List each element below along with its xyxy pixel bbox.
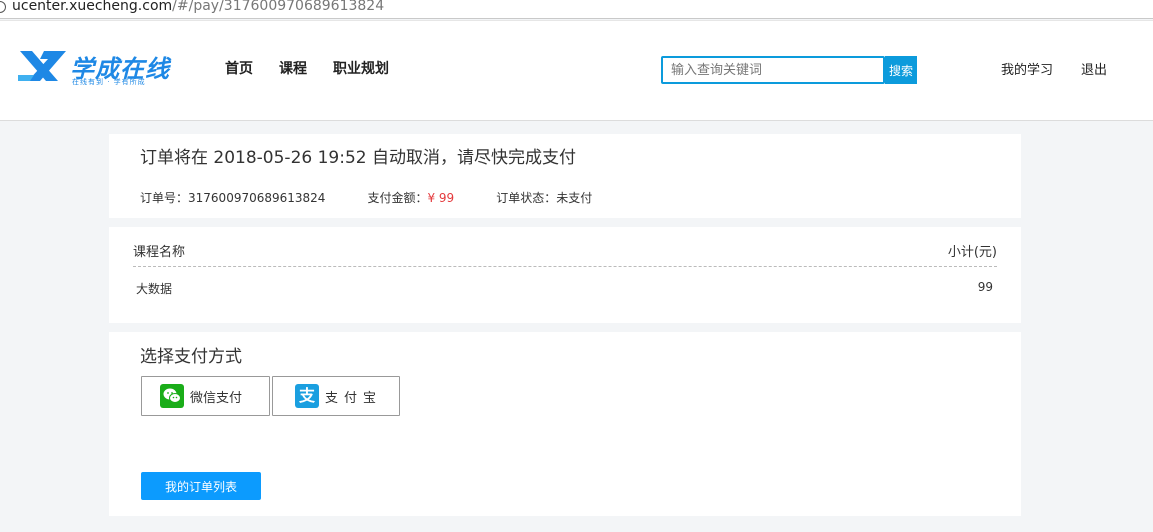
order-cancel-notice: 订单将在 2018-05-26 19:52 自动取消，请尽快完成支付 xyxy=(140,148,576,168)
wechat-pay-button[interactable]: 微信支付 xyxy=(141,376,270,416)
wechat-pay-label: 微信支付 xyxy=(190,390,243,406)
site-header: 学成在线 在线有到 · 学有所成 首页 课程 职业规划 搜索 我的学习 退出 xyxy=(0,20,1153,121)
order-amount-label: 支付金额： xyxy=(367,191,428,205)
order-amount-value: ¥ 99 xyxy=(427,191,455,205)
search-box: 搜索 xyxy=(661,56,917,84)
search-button[interactable]: 搜索 xyxy=(885,56,917,84)
user-links: 我的学习 退出 xyxy=(1001,59,1135,78)
order-status-label: 订单状态： xyxy=(496,191,557,205)
order-number-label: 订单号： xyxy=(140,191,189,205)
info-icon[interactable] xyxy=(0,1,6,13)
column-subtotal: 小计(元) xyxy=(947,245,997,260)
logout-link[interactable]: 退出 xyxy=(1081,59,1107,78)
order-number-value: 317600970689613824 xyxy=(188,191,326,205)
my-orders-button[interactable]: 我的订单列表 xyxy=(141,472,261,500)
order-status: 订单状态：未支付 xyxy=(496,189,592,206)
my-learning-link[interactable]: 我的学习 xyxy=(1001,59,1053,78)
payment-panel: 选择支付方式 微信支付 支 支付宝 我的订单列表 xyxy=(109,332,1021,516)
alipay-icon: 支 xyxy=(295,384,319,408)
order-number: 订单号：317600970689613824 xyxy=(140,189,325,206)
nav-courses[interactable]: 课程 xyxy=(279,58,307,78)
logo-mark-icon xyxy=(18,51,66,81)
url-host: ucenter.xuecheng.com xyxy=(12,0,173,14)
main-nav: 首页 课程 职业规划 xyxy=(225,58,415,78)
nav-career[interactable]: 职业规划 xyxy=(333,58,389,78)
order-amount: 支付金额：¥ 99 xyxy=(367,189,454,206)
wechat-icon xyxy=(160,384,184,408)
course-name-cell: 大数据 xyxy=(136,282,173,296)
nav-home[interactable]: 首页 xyxy=(225,58,253,78)
order-info-panel: 订单将在 2018-05-26 19:52 自动取消，请尽快完成支付 订单号：3… xyxy=(109,134,1021,218)
url-text[interactable]: ucenter.xuecheng.com/#/pay/3176009706896… xyxy=(12,0,384,14)
search-input[interactable] xyxy=(661,56,885,84)
logo-slogan: 在线有到 · 学有所成 xyxy=(72,78,146,86)
order-status-value: 未支付 xyxy=(556,191,593,205)
alipay-label: 支付宝 xyxy=(325,390,383,406)
payment-method-title: 选择支付方式 xyxy=(140,347,242,367)
subtotal-cell: 99 xyxy=(977,280,993,294)
table-header: 课程名称 小计(元) xyxy=(133,241,997,267)
browser-url-bar[interactable]: ucenter.xuecheng.com/#/pay/3176009706896… xyxy=(0,0,1153,19)
url-path: /#/pay/317600970689613824 xyxy=(172,0,385,14)
alipay-button[interactable]: 支 支付宝 xyxy=(272,376,400,416)
order-meta: 订单号：317600970689613824 支付金额：¥ 99 订单状态：未支… xyxy=(140,189,634,206)
order-items-panel: 课程名称 小计(元) 大数据 99 xyxy=(109,227,1021,323)
column-course-name: 课程名称 xyxy=(133,245,186,260)
site-logo[interactable]: 学成在线 在线有到 · 学有所成 xyxy=(18,49,183,89)
